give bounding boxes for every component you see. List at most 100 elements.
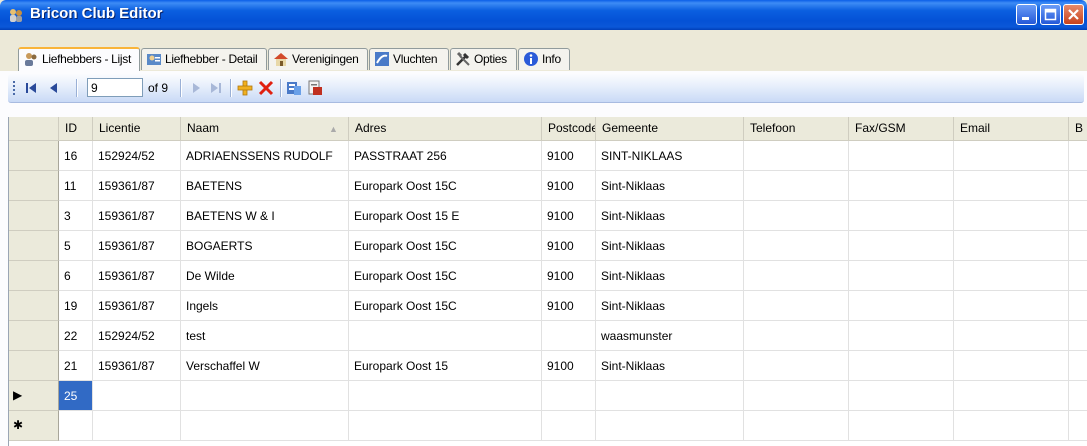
grid-cell-b[interactable] [1069, 291, 1087, 321]
move-first-icon[interactable] [23, 80, 39, 96]
position-input[interactable] [87, 78, 143, 97]
grid-cell-telefoon[interactable] [744, 381, 849, 411]
grid-cell-naam[interactable]: De Wilde [181, 261, 349, 291]
grid-corner-header[interactable] [9, 117, 59, 141]
grid-cell-naam[interactable]: Ingels [181, 291, 349, 321]
grid-cell-licentie[interactable]: 159361/87 [93, 261, 181, 291]
grid-cell-gemeente[interactable] [596, 411, 744, 441]
column-header-licentie[interactable]: Licentie [93, 117, 181, 141]
grid-cell-adres[interactable] [349, 381, 542, 411]
grid-cell-licentie[interactable]: 159361/87 [93, 351, 181, 381]
grid-cell-id[interactable]: 16 [59, 141, 93, 171]
grid-cell-email[interactable] [954, 411, 1069, 441]
tab-verenigingen[interactable]: Verenigingen [268, 48, 368, 70]
column-header-postcode[interactable]: Postcode [542, 117, 596, 141]
grid-cell-gemeente[interactable]: SINT-NIKLAAS [596, 141, 744, 171]
grid-cell-id[interactable]: 3 [59, 201, 93, 231]
add-new-icon[interactable] [237, 80, 253, 96]
grid-cell-gemeente[interactable]: waasmunster [596, 321, 744, 351]
grid-cell-naam[interactable] [181, 381, 349, 411]
grid-cell-fax-gsm[interactable] [849, 411, 954, 441]
column-header-telefoon[interactable]: Telefoon [744, 117, 849, 141]
grid-cell-naam[interactable]: BAETENS W & I [181, 201, 349, 231]
grid-cell-postcode[interactable]: 9100 [542, 261, 596, 291]
close-button[interactable] [1063, 4, 1084, 25]
grid-cell-b[interactable] [1069, 321, 1087, 351]
grid-cell-id[interactable]: 5 [59, 231, 93, 261]
row-header[interactable] [9, 231, 59, 261]
move-last-icon[interactable] [208, 80, 224, 96]
grid-cell-postcode[interactable]: 9100 [542, 231, 596, 261]
grid-cell-licentie[interactable]: 152924/52 [93, 321, 181, 351]
grid-cell-postcode[interactable] [542, 411, 596, 441]
tab-opties[interactable]: Opties [450, 48, 517, 70]
grid-cell-email[interactable] [954, 261, 1069, 291]
grid-cell-adres[interactable]: Europark Oost 15 E [349, 201, 542, 231]
grid-cell-gemeente[interactable]: Sint-Niklaas [596, 231, 744, 261]
grid-cell-adres[interactable]: Europark Oost 15C [349, 231, 542, 261]
grid-cell-licentie[interactable]: 159361/87 [93, 231, 181, 261]
grid-cell-telefoon[interactable] [744, 171, 849, 201]
grid-cell-postcode[interactable]: 9100 [542, 201, 596, 231]
grid-cell-licentie[interactable] [93, 411, 181, 441]
grid-cell-email[interactable] [954, 231, 1069, 261]
grid-cell-licentie[interactable]: 159361/87 [93, 201, 181, 231]
grid-cell-id[interactable]: 6 [59, 261, 93, 291]
grid-cell-b[interactable] [1069, 201, 1087, 231]
grid-cell-telefoon[interactable] [744, 411, 849, 441]
title-bar[interactable]: Bricon Club Editor [0, 0, 1087, 30]
grid-cell-telefoon[interactable] [744, 351, 849, 381]
grid-cell-id[interactable]: 21 [59, 351, 93, 381]
grid-cell-email[interactable] [954, 291, 1069, 321]
grid-cell-fax-gsm[interactable] [849, 231, 954, 261]
grid-cell-postcode[interactable]: 9100 [542, 351, 596, 381]
maximize-button[interactable] [1040, 4, 1061, 25]
grid-cell-fax-gsm[interactable] [849, 291, 954, 321]
grid-cell-naam[interactable] [181, 411, 349, 441]
save-icon[interactable] [286, 80, 302, 96]
grid-cell-email[interactable] [954, 141, 1069, 171]
grid-cell-b[interactable] [1069, 231, 1087, 261]
grid-cell-id[interactable]: 25 [59, 381, 93, 411]
grid-cell-telefoon[interactable] [744, 231, 849, 261]
grid-cell-adres[interactable] [349, 411, 542, 441]
row-header[interactable] [9, 141, 59, 171]
grid-cell-gemeente[interactable]: Sint-Niklaas [596, 261, 744, 291]
data-grid[interactable]: ID Licentie Naam ▲ Adres Postcode Gemeente Tele… [8, 117, 1087, 446]
grid-cell-naam[interactable]: test [181, 321, 349, 351]
grid-cell-fax-gsm[interactable] [849, 141, 954, 171]
grid-cell-id[interactable]: 11 [59, 171, 93, 201]
grid-cell-gemeente[interactable]: Sint-Niklaas [596, 291, 744, 321]
tab-liefhebbers-lijst[interactable]: Liefhebbers - Lijst [18, 47, 140, 71]
minimize-button[interactable] [1016, 4, 1037, 25]
grid-cell-b[interactable] [1069, 381, 1087, 411]
grid-cell-naam[interactable]: ADRIAENSSENS RUDOLF [181, 141, 349, 171]
toolbar-grip[interactable] [13, 81, 17, 95]
grid-cell-email[interactable] [954, 201, 1069, 231]
grid-cell-id[interactable]: 22 [59, 321, 93, 351]
column-header-adres[interactable]: Adres [349, 117, 542, 141]
grid-cell-licentie[interactable] [93, 381, 181, 411]
grid-cell-postcode[interactable]: 9100 [542, 171, 596, 201]
row-header[interactable] [9, 291, 59, 321]
tab-info[interactable]: Info [518, 48, 570, 70]
grid-cell-id[interactable]: 19 [59, 291, 93, 321]
row-header[interactable] [9, 321, 59, 351]
grid-cell-gemeente[interactable]: Sint-Niklaas [596, 201, 744, 231]
grid-cell-gemeente[interactable]: Sint-Niklaas [596, 351, 744, 381]
grid-cell-b[interactable] [1069, 261, 1087, 291]
grid-cell-b[interactable] [1069, 411, 1087, 441]
grid-cell-email[interactable] [954, 351, 1069, 381]
grid-cell-adres[interactable]: Europark Oost 15C [349, 261, 542, 291]
column-header-naam[interactable]: Naam ▲ [181, 117, 349, 141]
grid-cell-adres[interactable]: PASSTRAAT 256 [349, 141, 542, 171]
move-previous-icon[interactable] [46, 80, 62, 96]
grid-cell-naam[interactable]: Verschaffel W [181, 351, 349, 381]
grid-cell-adres[interactable]: Europark Oost 15C [349, 171, 542, 201]
grid-cell-fax-gsm[interactable] [849, 351, 954, 381]
column-header-gemeente[interactable]: Gemeente [596, 117, 744, 141]
grid-cell-postcode[interactable] [542, 381, 596, 411]
grid-cell-b[interactable] [1069, 351, 1087, 381]
grid-cell-fax-gsm[interactable] [849, 201, 954, 231]
move-next-icon[interactable] [188, 80, 204, 96]
